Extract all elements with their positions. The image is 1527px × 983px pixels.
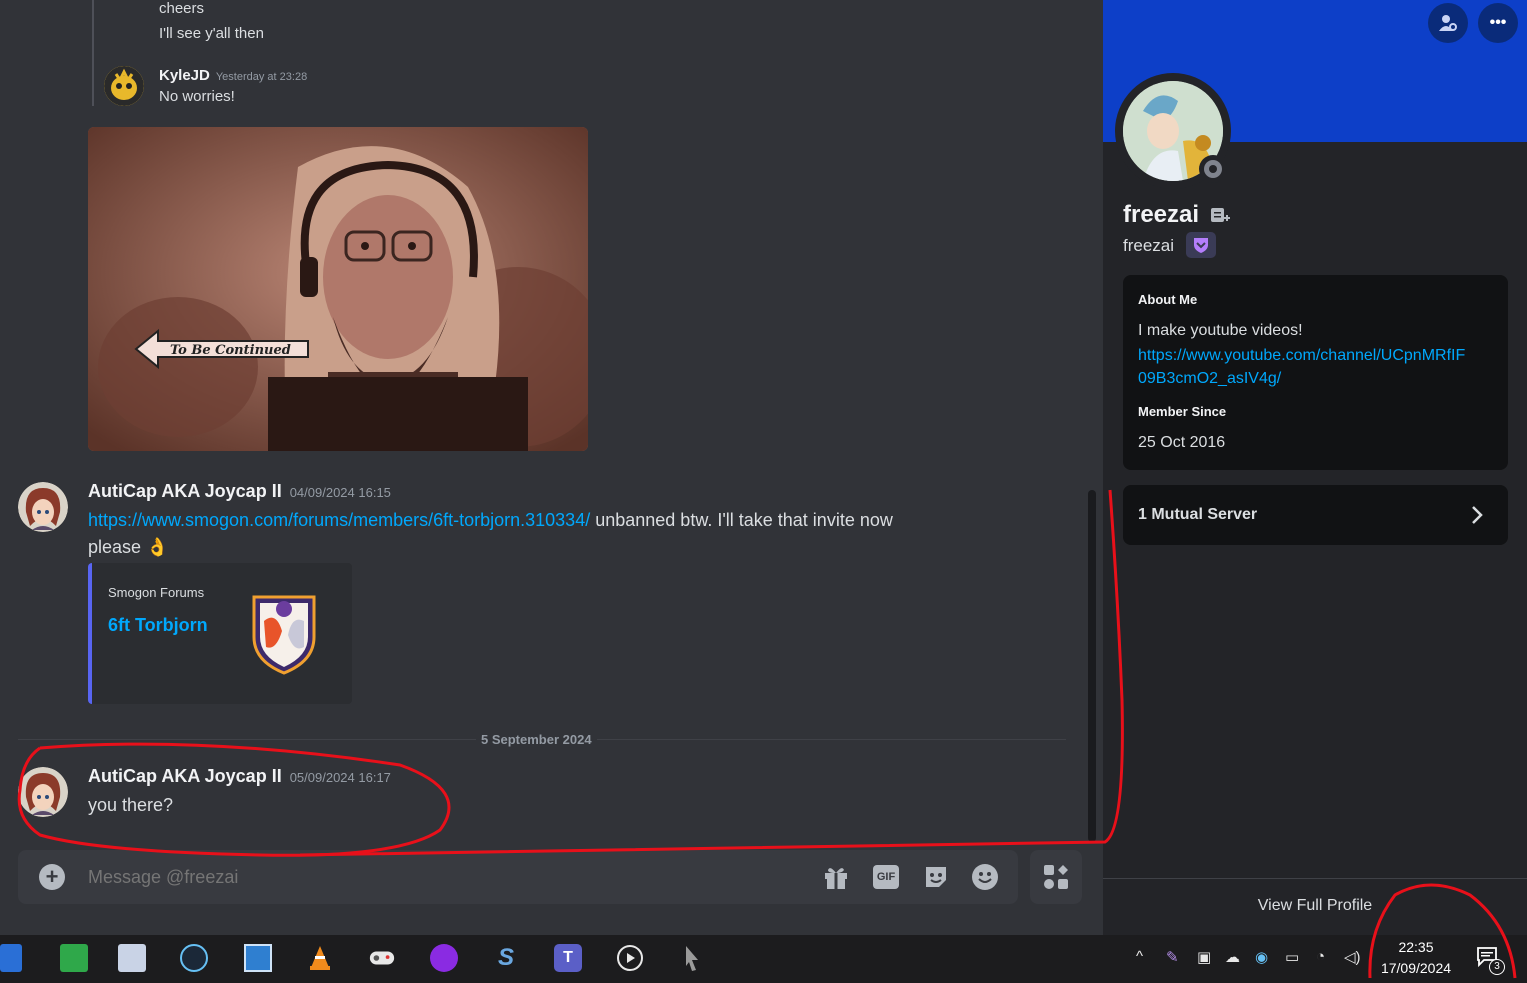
view-full-profile-button[interactable]: View Full Profile <box>1103 897 1527 915</box>
member-since-heading: Member Since <box>1138 404 1227 419</box>
message-text: cheers <box>159 0 205 17</box>
image-caption: To Be Continued <box>170 343 291 358</box>
chevron-up-icon[interactable]: ^ <box>1136 948 1143 965</box>
status-indicator <box>1199 155 1227 183</box>
message-text: you there? <box>88 795 174 815</box>
sticker-button[interactable] <box>923 864 949 890</box>
about-me-heading: About Me <box>1138 292 1198 307</box>
mutual-servers-button[interactable]: 1 Mutual Server <box>1123 485 1508 545</box>
profile-username: freezai <box>1123 236 1175 255</box>
message-header: AutiCap AKA Joycap II 05/09/2024 16:17 <box>88 766 391 787</box>
about-me-link[interactable]: https://www.youtube.com/channel/UCpnMRfI… <box>1138 344 1465 390</box>
timestamp: 05/09/2024 16:17 <box>289 770 391 785</box>
wifi-icon[interactable]: ◔ <box>1316 948 1325 965</box>
ok-hand-emoji: 👌 <box>146 537 169 557</box>
image-attachment[interactable]: To Be Continued <box>88 127 588 451</box>
avatar[interactable] <box>18 482 68 532</box>
message-text: unbanned btw. I'll take that invite now <box>590 510 893 530</box>
nitro-badge-icon[interactable] <box>1186 232 1216 258</box>
teams-icon[interactable]: T <box>554 944 582 972</box>
cloud-icon[interactable]: ☁ <box>1225 948 1240 966</box>
player-icon[interactable] <box>616 944 644 972</box>
volume-icon[interactable]: ◁) <box>1344 948 1361 966</box>
chat-area: cheers I'll see y'all then KyleJD Yesterd… <box>0 0 1103 935</box>
chevron-right-icon <box>1472 506 1483 524</box>
message-header: KyleJD Yesterday at 23:28 <box>159 67 307 84</box>
date-divider-label: 5 September 2024 <box>476 732 597 747</box>
profile-footer-divider <box>1103 878 1527 879</box>
battery-icon[interactable]: ▭ <box>1285 948 1299 966</box>
spreadsheet-icon[interactable] <box>60 944 88 972</box>
message-text: please <box>88 537 142 557</box>
more-options-button[interactable]: ••• <box>1478 3 1518 43</box>
message-content: https://www.smogon.com/forums/members/6f… <box>88 507 1068 561</box>
embed-title[interactable]: 6ft Torbjorn <box>108 615 208 636</box>
feather-icon[interactable]: ✎ <box>1166 948 1179 966</box>
profile-panel: ••• freezai freezai About Me I make yout… <box>1103 0 1527 935</box>
apps-button[interactable] <box>1030 850 1082 904</box>
webcam-icon[interactable]: ▣ <box>1197 948 1211 966</box>
timestamp: 04/09/2024 16:15 <box>289 485 391 500</box>
avatar[interactable] <box>18 767 68 817</box>
about-me-text: I make youtube videos! <box>1138 322 1303 339</box>
gif-button[interactable]: GIF <box>873 865 899 889</box>
message-input[interactable] <box>88 863 788 891</box>
username[interactable]: KyleJD <box>159 67 210 84</box>
message-link[interactable]: https://www.smogon.com/forums/members/6f… <box>88 510 590 530</box>
profile-avatar[interactable] <box>1115 73 1231 189</box>
username[interactable]: AutiCap AKA Joycap II <box>88 481 282 501</box>
media-player-icon[interactable] <box>430 944 458 972</box>
username[interactable]: AutiCap AKA Joycap II <box>88 766 282 786</box>
message-text: No worries! <box>159 88 235 105</box>
avatar[interactable] <box>104 66 144 106</box>
clock-time: 22:35 <box>1398 939 1434 955</box>
gift-button[interactable] <box>822 864 850 890</box>
chat-scrollbar[interactable] <box>1088 490 1096 842</box>
control-panel-icon[interactable] <box>244 944 272 972</box>
mutual-servers-label: 1 Mutual Server <box>1138 506 1258 523</box>
timestamp: Yesterday at 23:28 <box>215 71 308 83</box>
cursor-app-icon[interactable] <box>678 944 706 972</box>
about-me-card: About Me I make youtube videos! https://… <box>1123 275 1508 470</box>
message-input-bar: + GIF <box>18 850 1018 904</box>
member-since-date: 25 Oct 2016 <box>1138 434 1226 451</box>
reply-thread-line <box>92 0 94 106</box>
add-attachment-button[interactable]: + <box>39 864 65 890</box>
notifications-icon[interactable]: 3 <box>1476 946 1505 975</box>
embed-provider: Smogon Forums <box>108 585 205 600</box>
file-explorer-icon[interactable] <box>0 944 22 972</box>
clock[interactable]: 22:35 17/09/2024 <box>1372 939 1460 976</box>
paint-icon[interactable] <box>118 944 146 972</box>
message-header: AutiCap AKA Joycap II 04/09/2024 16:15 <box>88 481 391 502</box>
link-embed: Smogon Forums 6ft Torbjorn <box>88 563 352 704</box>
steam-icon[interactable] <box>180 944 208 972</box>
message-text: I'll see y'all then <box>159 25 264 42</box>
emoji-button[interactable] <box>972 864 998 890</box>
steam-tray-icon[interactable]: ◉ <box>1255 948 1268 966</box>
smogon-logo <box>246 591 322 677</box>
add-friend-button[interactable] <box>1428 3 1468 43</box>
vlc-icon[interactable] <box>306 944 334 972</box>
notification-count-badge: 3 <box>1489 959 1505 975</box>
note-icon[interactable] <box>1210 206 1230 224</box>
gamepad-icon[interactable] <box>368 944 396 972</box>
clock-date: 17/09/2024 <box>1380 960 1452 976</box>
app-icon[interactable]: S <box>492 944 520 972</box>
profile-display-name: freezai <box>1123 201 1200 228</box>
